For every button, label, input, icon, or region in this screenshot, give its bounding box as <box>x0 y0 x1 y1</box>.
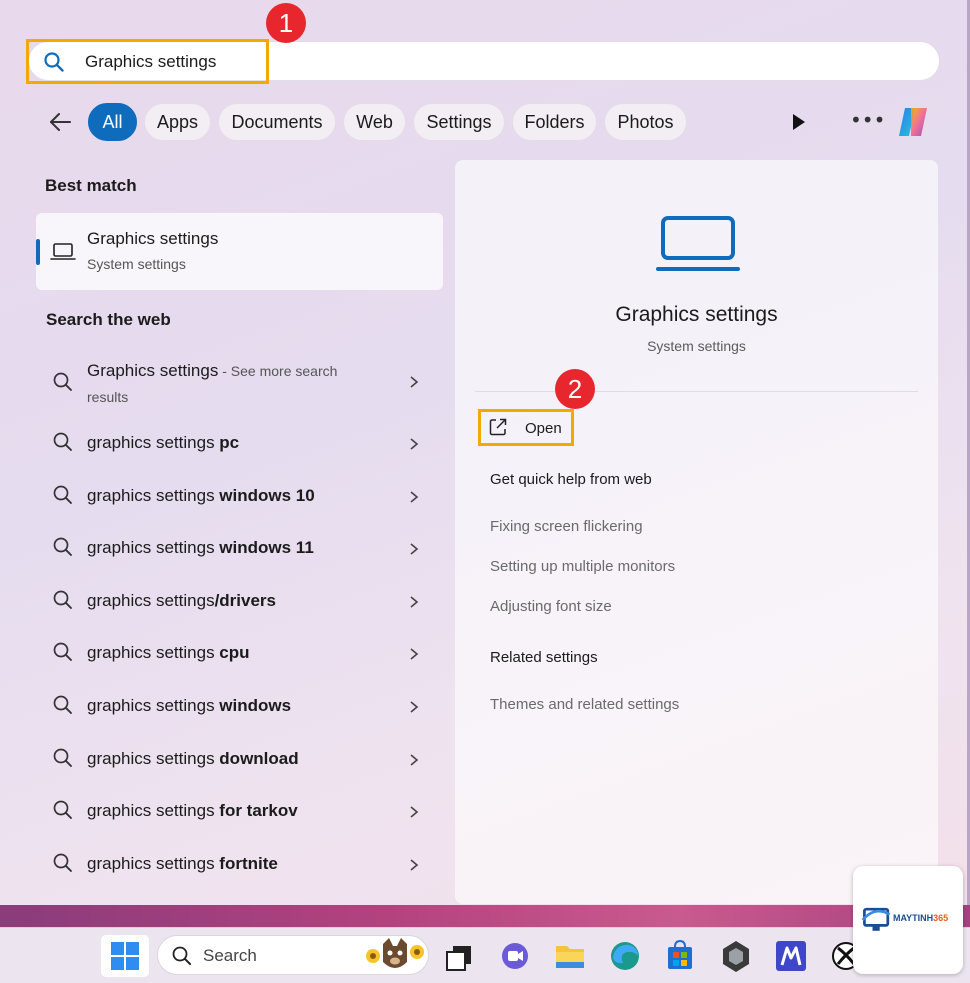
selection-indicator <box>36 239 40 265</box>
web-result-item[interactable]: graphics settings cpu <box>36 628 443 676</box>
search-input[interactable] <box>85 50 485 74</box>
web-result-hint: results <box>87 389 129 405</box>
task-view-icon[interactable] <box>439 936 479 976</box>
web-result-item[interactable]: graphics settings/drivers <box>36 576 443 624</box>
web-result-item[interactable]: graphics settings windows 11 <box>36 523 443 571</box>
start-button[interactable] <box>101 935 149 977</box>
web-result-text: graphics settings windows 11 <box>87 538 314 557</box>
chevron-right-icon <box>410 596 419 608</box>
store-icon[interactable] <box>660 936 700 976</box>
chevron-right-icon <box>410 376 419 388</box>
chevron-right-icon <box>410 859 419 871</box>
web-result-item[interactable]: Graphics settings - See more search resu… <box>36 355 443 411</box>
copilot-icon[interactable] <box>893 102 933 142</box>
best-match-title: Graphics settings <box>87 229 219 248</box>
quick-help-link[interactable]: Adjusting font size <box>490 598 612 615</box>
quick-help-link[interactable]: Fixing screen flickering <box>490 518 643 535</box>
laptop-icon <box>50 243 76 260</box>
web-result-text: graphics settings for tarkov <box>87 801 298 820</box>
open-button[interactable]: Open <box>482 413 574 443</box>
web-result-text: Graphics settings - See more search <box>87 361 338 380</box>
cube-app-icon[interactable] <box>716 936 756 976</box>
taskbar-search[interactable]: Search <box>157 935 429 975</box>
tab-settings[interactable]: Settings <box>413 103 505 141</box>
best-match-heading: Best match <box>45 176 137 195</box>
search-web-heading: Search the web <box>46 310 171 329</box>
app-m-icon[interactable] <box>771 936 811 976</box>
tab-photos[interactable]: Photos <box>604 103 687 141</box>
search-icon <box>53 642 72 661</box>
web-result-text: graphics settings download <box>87 749 299 768</box>
web-result-item[interactable]: graphics settings for tarkov <box>36 786 443 834</box>
related-settings-link[interactable]: Themes and related settings <box>490 696 679 713</box>
step-badge-2: 2 <box>555 369 595 409</box>
search-icon <box>53 853 72 872</box>
search-icon <box>44 52 64 72</box>
search-icon <box>53 537 72 556</box>
search-icon <box>53 748 72 767</box>
quick-help-heading: Get quick help from web <box>490 471 652 488</box>
taskbar: Search <box>0 927 970 983</box>
watermark-logo: MAYTINH365 <box>853 866 963 974</box>
watermark-text: MAYTINH365 <box>893 913 949 923</box>
web-result-item[interactable]: graphics settings download <box>36 734 443 782</box>
desktop-wallpaper-strip <box>0 905 970 927</box>
chevron-right-icon <box>410 806 419 818</box>
search-icon <box>53 485 72 504</box>
back-arrow-icon[interactable] <box>44 106 76 138</box>
web-result-text: graphics settings fortnite <box>87 854 278 873</box>
search-icon <box>53 590 72 609</box>
tab-apps[interactable]: Apps <box>144 103 211 141</box>
best-match-subtitle: System settings <box>87 256 186 272</box>
chevron-right-icon <box>410 491 419 503</box>
step-badge-1: 1 <box>266 3 306 43</box>
detail-subtitle: System settings <box>647 338 746 354</box>
taskbar-search-label: Search <box>203 946 257 965</box>
open-external-icon <box>489 418 507 436</box>
tab-documents[interactable]: Documents <box>218 103 336 141</box>
edge-browser-icon[interactable] <box>605 936 645 976</box>
laptop-icon <box>656 216 740 271</box>
web-result-text: graphics settings windows 10 <box>87 486 315 505</box>
chevron-right-icon <box>410 754 419 766</box>
chevron-right-icon <box>410 701 419 713</box>
search-box[interactable] <box>28 41 940 81</box>
detail-panel: Graphics settings System settings Open G… <box>455 160 938 904</box>
web-result-item[interactable]: graphics settings windows <box>36 681 443 729</box>
maytinh365-logo-icon <box>861 907 891 931</box>
search-icon <box>53 695 72 714</box>
detail-title: Graphics settings <box>615 303 778 326</box>
web-result-text: graphics settings cpu <box>87 643 250 662</box>
web-result-text: graphics settings/drivers <box>87 591 277 610</box>
web-result-text: graphics settings windows <box>87 696 292 715</box>
chevron-right-icon <box>410 648 419 660</box>
open-label: Open <box>525 420 562 437</box>
play-icon[interactable] <box>786 110 810 134</box>
more-icon[interactable]: ••• <box>850 110 885 134</box>
divider <box>475 391 918 392</box>
search-highlight-image-icon <box>366 938 424 968</box>
web-result-item[interactable]: graphics settings windows 10 <box>36 471 443 519</box>
windows-logo-icon <box>111 942 139 970</box>
file-explorer-icon[interactable] <box>550 936 590 976</box>
quick-help-link[interactable]: Setting up multiple monitors <box>490 558 675 575</box>
web-result-item[interactable]: graphics settings pc <box>36 418 443 466</box>
chat-icon[interactable] <box>495 936 535 976</box>
tab-all[interactable]: All <box>88 103 137 141</box>
chevron-right-icon <box>410 438 419 450</box>
best-match-result[interactable]: Graphics settings System settings <box>36 213 443 290</box>
web-result-item[interactable]: graphics settings fortnite <box>36 839 443 887</box>
search-icon <box>53 432 72 451</box>
tab-web[interactable]: Web <box>343 103 406 141</box>
tab-folders[interactable]: Folders <box>512 103 597 141</box>
search-icon <box>53 372 72 391</box>
search-icon <box>53 800 72 819</box>
related-settings-heading: Related settings <box>490 649 598 666</box>
web-result-text: graphics settings pc <box>87 433 240 452</box>
chevron-right-icon <box>410 543 419 555</box>
search-icon <box>172 946 191 965</box>
